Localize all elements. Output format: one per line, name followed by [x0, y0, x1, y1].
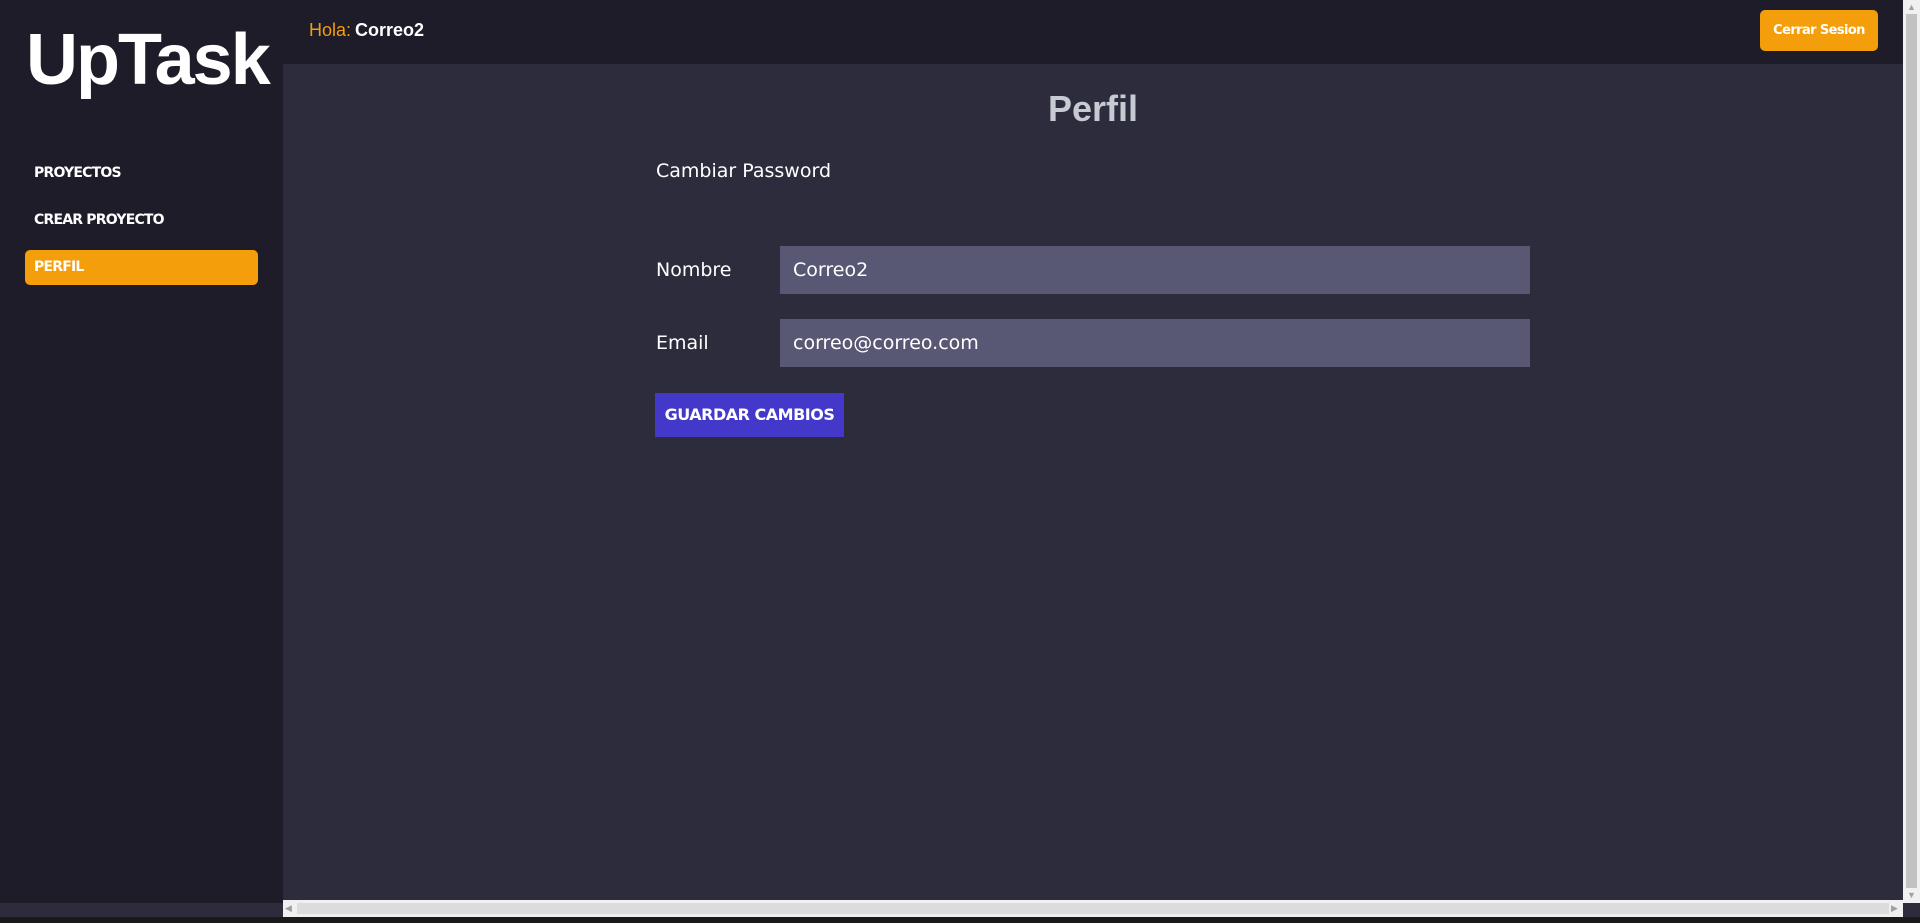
sidebar-item-proyectos[interactable]: PROYECTOS [25, 156, 258, 191]
app-logo: UpTask [26, 20, 271, 100]
logout-button[interactable]: Cerrar Sesion [1760, 10, 1878, 51]
scroll-down-icon[interactable]: ▼ [1907, 890, 1916, 900]
horizontal-scrollbar[interactable]: ◀ ▶ [283, 900, 1903, 917]
sidebar-nav: PROYECTOS CREAR PROYECTO PERFIL [25, 156, 258, 297]
sidebar-item-perfil[interactable]: PERFIL [25, 250, 258, 285]
main-content: Perfil Cambiar Password Nombre Email GUA… [283, 64, 1903, 900]
sidebar: UpTask PROYECTOS CREAR PROYECTO PERFIL [0, 0, 283, 903]
change-password-link[interactable]: Cambiar Password [656, 160, 831, 182]
email-label: Email [656, 332, 709, 354]
vertical-scroll-thumb[interactable] [1906, 14, 1917, 888]
taskbar-strip [0, 917, 1920, 923]
save-changes-button[interactable]: GUARDAR CAMBIOS [655, 393, 844, 437]
horizontal-scroll-thumb[interactable] [297, 903, 1889, 914]
greeting: Hola: Correo2 [309, 20, 424, 41]
greeting-label: Hola: [309, 20, 352, 40]
vertical-scrollbar[interactable]: ▲ ▼ [1903, 0, 1920, 903]
scroll-up-icon[interactable]: ▲ [1907, 2, 1916, 12]
sidebar-item-crear-proyecto[interactable]: CREAR PROYECTO [25, 203, 258, 238]
name-input[interactable] [780, 246, 1530, 294]
username: Correo2 [355, 20, 425, 40]
page-title: Perfil [1047, 88, 1139, 129]
top-bar: Hola: Correo2 Cerrar Sesion [283, 0, 1903, 64]
name-label: Nombre [656, 259, 732, 281]
scroll-right-icon[interactable]: ▶ [1891, 903, 1898, 913]
email-input[interactable] [780, 319, 1530, 367]
scroll-left-icon[interactable]: ◀ [285, 903, 292, 913]
